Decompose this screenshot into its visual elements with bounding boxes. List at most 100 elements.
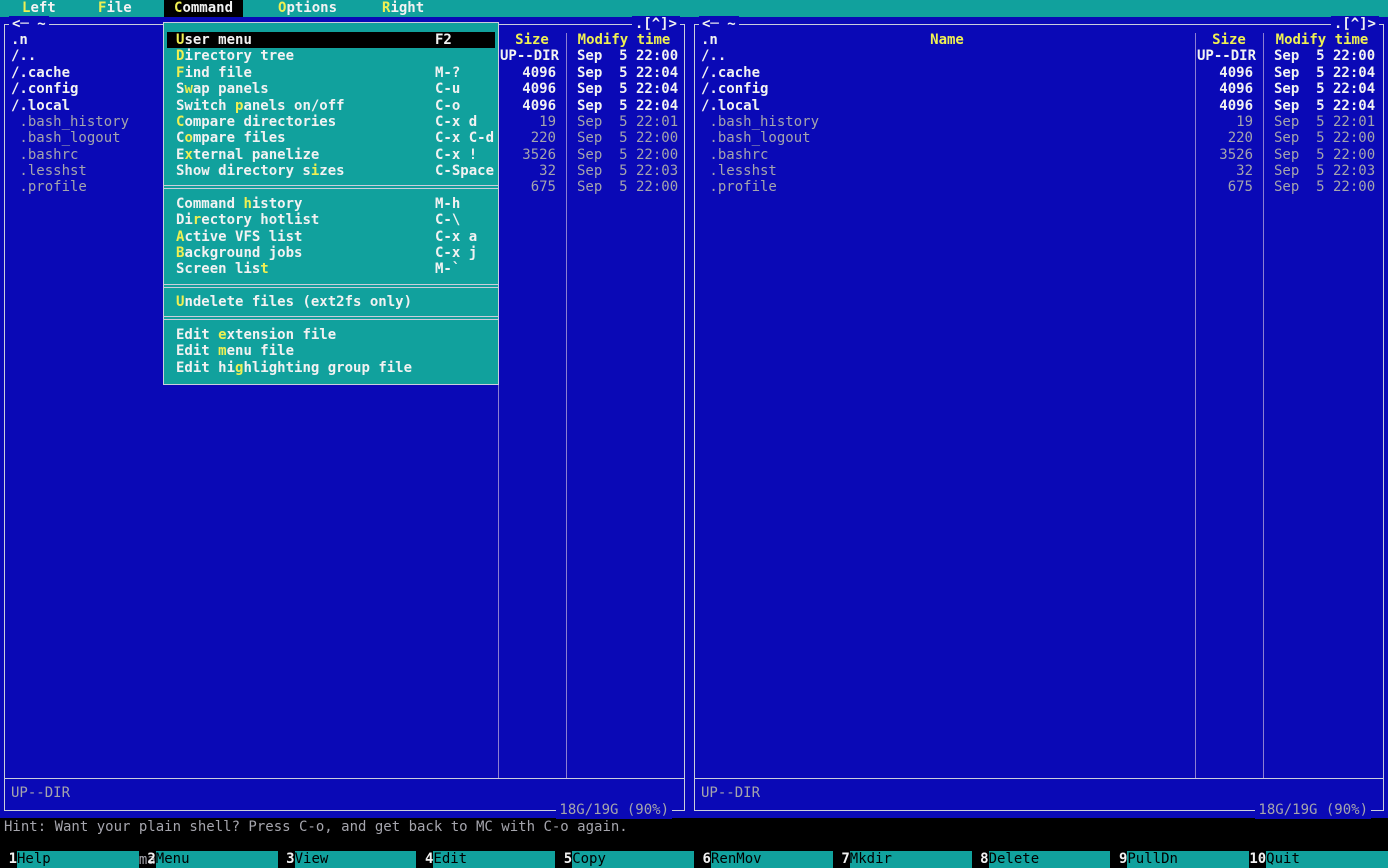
file-mtime: Sep 5 22:03 xyxy=(577,163,678,180)
menu-item-command-history[interactable]: Command historyM-h xyxy=(167,196,495,212)
menu-shortcut: C-o xyxy=(435,98,460,114)
file-row-0[interactable]: /..UP--DIRSep 5 22:00 xyxy=(695,48,1383,65)
fkey-label: Delete xyxy=(989,851,1111,868)
menu-item-show-directory-sizes[interactable]: Show directory sizesC-Space xyxy=(167,163,495,179)
file-size: 4096 xyxy=(500,81,556,98)
mini-status: UP--DIR xyxy=(701,785,760,802)
fkey-label: Edit xyxy=(433,851,555,868)
file-size: 220 xyxy=(500,130,556,147)
panel-top-controls[interactable]: .[^]> xyxy=(632,16,680,33)
file-mtime: Sep 5 22:01 xyxy=(1274,114,1375,131)
fkey-number: 2 xyxy=(139,851,156,868)
menu-item-screen-list[interactable]: Screen listM-` xyxy=(167,261,495,277)
fkey-5-copy[interactable]: 5Copy xyxy=(555,851,694,868)
free-space-indicator: 18G/19G (90%) xyxy=(1255,802,1371,819)
file-mtime: Sep 5 22:00 xyxy=(1274,130,1375,147)
fkey-label: Mkdir xyxy=(850,851,972,868)
menu-item-compare-files[interactable]: Compare filesC-x C-d xyxy=(167,130,495,146)
column-header-modify-time[interactable]: Modify time xyxy=(1264,32,1380,49)
menu-shortcut: C-x a xyxy=(435,229,477,245)
menu-item-edit-extension-file[interactable]: Edit extension file xyxy=(167,327,495,343)
panel-path-history-back[interactable]: <─ ~ xyxy=(9,16,49,33)
menubar-item-file[interactable]: File xyxy=(88,0,142,17)
column-header-size[interactable]: Size xyxy=(499,32,565,49)
mc-screen: Left File Command Options Right <─ ~.[^]>.nN… xyxy=(0,0,1388,868)
file-row-bashrc[interactable]: .bashrc3526Sep 5 22:00 xyxy=(695,147,1383,164)
file-mtime: Sep 5 22:00 xyxy=(577,147,678,164)
menu-item-directory-hotlist[interactable]: Directory hotlistC-\ xyxy=(167,212,495,228)
fkey-label: RenMov xyxy=(711,851,833,868)
file-row-bash-logout[interactable]: .bash_logout220Sep 5 22:00 xyxy=(695,130,1383,147)
fkey-label: PullDn xyxy=(1127,851,1249,868)
fkey-1-help[interactable]: 1Help xyxy=(0,851,139,868)
file-size: 4096 xyxy=(1197,65,1253,82)
menubar-item-options[interactable]: Options xyxy=(268,0,347,17)
menu-separator-line xyxy=(164,185,498,189)
fkey-9-pulldn[interactable]: 9PullDn xyxy=(1110,851,1249,868)
menu-separator xyxy=(164,278,498,294)
menubar-item-right[interactable]: Right xyxy=(372,0,434,17)
panel-path-history-back[interactable]: <─ ~ xyxy=(699,16,739,33)
file-row-profile[interactable]: .profile675Sep 5 22:00 xyxy=(695,179,1383,196)
file-name: /.cache xyxy=(11,65,70,82)
menu-item-compare-directories[interactable]: Compare directoriesC-x d xyxy=(167,114,495,130)
fkey-number: 6 xyxy=(694,851,711,868)
file-row-bash-history[interactable]: .bash_history19Sep 5 22:01 xyxy=(695,114,1383,131)
command-menu-items: User menuF2Directory treeFind fileM-?Swa… xyxy=(164,23,498,384)
hotkey-letter: m xyxy=(218,343,226,359)
column-separator-2 xyxy=(1263,33,1264,778)
menu-item-switch-panels-on-off[interactable]: Switch panels on/offC-o xyxy=(167,98,495,114)
fkey-4-edit[interactable]: 4Edit xyxy=(416,851,555,868)
file-name: /.config xyxy=(11,81,78,98)
fkey-10-quit[interactable]: 10Quit xyxy=(1249,851,1388,868)
fkey-label: Copy xyxy=(572,851,694,868)
menubar-item-command[interactable]: Command xyxy=(164,0,243,17)
file-row-local[interactable]: /.local4096Sep 5 22:04 xyxy=(695,98,1383,115)
hint-line: Hint: Want your plain shell? Press C-o, … xyxy=(0,819,1388,836)
file-size: 4096 xyxy=(1197,98,1253,115)
menu-item-user-menu[interactable]: User menuF2 xyxy=(167,32,495,48)
file-mtime: Sep 5 22:04 xyxy=(577,81,678,98)
file-name: .lesshst xyxy=(11,163,87,180)
file-row-cache[interactable]: /.cache4096Sep 5 22:04 xyxy=(695,65,1383,82)
menu-shortcut: C-u xyxy=(435,81,460,97)
menu-item-background-jobs[interactable]: Background jobsC-x j xyxy=(167,245,495,261)
fkey-8-delete[interactable]: 8Delete xyxy=(972,851,1111,868)
panel-top-controls[interactable]: .[^]> xyxy=(1331,16,1379,33)
file-size: 4096 xyxy=(1197,81,1253,98)
menu-item-directory-tree[interactable]: Directory tree xyxy=(167,48,495,64)
menu-item-undelete-files-ext2fs-only[interactable]: Undelete files (ext2fs only) xyxy=(167,294,495,310)
file-name: .bash_history xyxy=(701,114,819,131)
fkey-3-view[interactable]: 3View xyxy=(278,851,417,868)
file-name: .bash_logout xyxy=(701,130,811,147)
file-panel-right: <─ ~.[^]>.nNameSizeModify time/..UP--DIR… xyxy=(694,24,1384,811)
file-mtime: Sep 5 22:04 xyxy=(1274,81,1375,98)
column-header-name[interactable]: Name xyxy=(701,32,1193,49)
hotkey-letter: t xyxy=(260,261,268,277)
fkey-number: 10 xyxy=(1249,851,1266,868)
file-row-lesshst[interactable]: .lesshst32Sep 5 22:03 xyxy=(695,163,1383,180)
fkey-number: 4 xyxy=(416,851,433,868)
menu-shortcut: C-x C-d xyxy=(435,130,494,146)
file-row-config[interactable]: /.config4096Sep 5 22:04 xyxy=(695,81,1383,98)
column-header-modify-time[interactable]: Modify time xyxy=(567,32,681,49)
menu-item-external-panelize[interactable]: External panelizeC-x ! xyxy=(167,147,495,163)
column-header-size[interactable]: Size xyxy=(1196,32,1262,49)
menu-item-edit-menu-file[interactable]: Edit menu file xyxy=(167,343,495,359)
file-name: .lesshst xyxy=(701,163,777,180)
menubar-item-left[interactable]: Left xyxy=(12,0,66,17)
menu-item-find-file[interactable]: Find fileM-? xyxy=(167,65,495,81)
shell-command-line[interactable]: midnight@commander:~$ xyxy=(0,835,1388,852)
file-name: /.. xyxy=(11,48,36,65)
fkey-2-menu[interactable]: 2Menu xyxy=(139,851,278,868)
menu-shortcut: M-` xyxy=(435,261,460,277)
fkey-6-renmov[interactable]: 6RenMov xyxy=(694,851,833,868)
file-name: .bashrc xyxy=(11,147,78,164)
fkey-number: 7 xyxy=(833,851,850,868)
menu-item-edit-highlighting-group-file[interactable]: Edit highlighting group file xyxy=(167,360,495,376)
fkey-7-mkdir[interactable]: 7Mkdir xyxy=(833,851,972,868)
menu-item-swap-panels[interactable]: Swap panelsC-u xyxy=(167,81,495,97)
menu-item-active-vfs-list[interactable]: Active VFS listC-x a xyxy=(167,229,495,245)
file-mtime: Sep 5 22:00 xyxy=(577,48,678,65)
column-separator-1 xyxy=(1195,33,1196,778)
